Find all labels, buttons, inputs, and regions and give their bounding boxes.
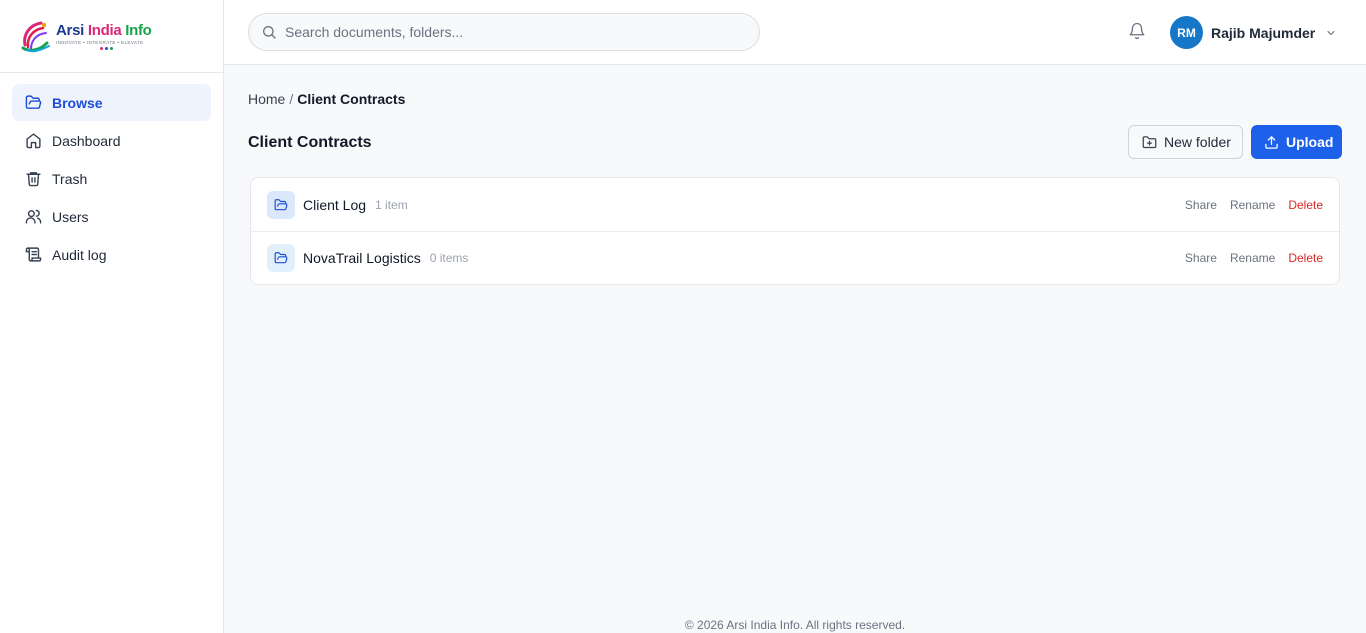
sidebar-item-dashboard[interactable]: Dashboard: [12, 122, 211, 159]
user-menu[interactable]: RM Rajib Majumder: [1170, 16, 1337, 49]
sidebar-item-label: Audit log: [52, 246, 107, 263]
folder-item-count: 0 items: [429, 251, 469, 265]
home-icon: [24, 132, 42, 150]
trash-icon: [24, 170, 42, 188]
sidebar-item-label: Browse: [52, 94, 103, 111]
search-bar[interactable]: [248, 13, 760, 51]
main-content: Home / Client Contracts Client Contracts…: [224, 65, 1366, 633]
bell-icon[interactable]: [1128, 22, 1146, 40]
folder-row[interactable]: NovaTrail Logistics 0 items Share Rename…: [251, 231, 1339, 284]
delete-button[interactable]: Delete: [1288, 198, 1323, 212]
delete-button[interactable]: Delete: [1288, 251, 1323, 265]
scroll-icon: [24, 246, 42, 264]
breadcrumb-home[interactable]: Home: [248, 91, 285, 107]
folder-name[interactable]: Client Log: [303, 197, 366, 213]
top-header: RM Rajib Majumder: [224, 0, 1366, 65]
brand-tagline: INNOVATE • INTEGRATE • ELEVATE: [56, 39, 144, 45]
rename-button[interactable]: Rename: [1230, 251, 1275, 265]
folder-list: Client Log 1 item Share Rename Delete No…: [250, 177, 1340, 285]
breadcrumb-current: Client Contracts: [297, 91, 406, 107]
rename-button[interactable]: Rename: [1230, 198, 1275, 212]
new-folder-label: New folder: [1164, 134, 1231, 150]
folder-row[interactable]: Client Log 1 item Share Rename Delete: [251, 178, 1339, 231]
brand-dots: [100, 46, 152, 50]
breadcrumb: Home / Client Contracts: [248, 91, 405, 107]
logo-mark-icon: [19, 19, 53, 53]
share-button[interactable]: Share: [1185, 198, 1217, 212]
breadcrumb-separator: /: [289, 91, 294, 107]
sidebar-item-label: Users: [52, 208, 89, 225]
folder-open-icon: [24, 94, 42, 112]
sidebar-item-label: Trash: [52, 170, 88, 187]
sidebar-item-browse[interactable]: Browse: [12, 84, 211, 121]
logo[interactable]: Arsi India Info INNOVATE • INTEGRATE • E…: [0, 0, 223, 73]
upload-icon: [1264, 135, 1279, 150]
sidebar-item-audit-log[interactable]: Audit log: [12, 236, 211, 273]
avatar: RM: [1170, 16, 1203, 49]
user-name: Rajib Majumder: [1211, 24, 1316, 41]
upload-button[interactable]: Upload: [1251, 125, 1342, 159]
sidebar-item-trash[interactable]: Trash: [12, 160, 211, 197]
brand-name: Arsi India Info: [56, 21, 152, 39]
search-icon: [261, 24, 277, 40]
folder-item-count: 1 item: [375, 197, 408, 212]
sidebar: Arsi India Info INNOVATE • INTEGRATE • E…: [0, 0, 224, 633]
search-input[interactable]: [285, 24, 725, 40]
share-button[interactable]: Share: [1185, 251, 1217, 265]
footer-copyright: © 2026 Arsi India Info. All rights reser…: [684, 618, 906, 632]
folder-icon: [267, 244, 295, 272]
sidebar-item-label: Dashboard: [52, 132, 121, 149]
folder-name[interactable]: NovaTrail Logistics: [303, 250, 421, 266]
sidebar-item-users[interactable]: Users: [12, 198, 211, 235]
chevron-down-icon: [1325, 27, 1337, 39]
row-actions: Share Rename Delete: [1185, 198, 1323, 212]
page-title: Client Contracts: [248, 134, 372, 151]
folder-plus-icon: [1142, 135, 1157, 150]
folder-icon: [267, 190, 295, 219]
sidebar-nav: Browse Dashboard Trash Users Audit log: [0, 73, 223, 285]
users-icon: [24, 208, 42, 226]
row-actions: Share Rename Delete: [1185, 251, 1323, 265]
upload-label: Upload: [1286, 134, 1334, 150]
new-folder-button[interactable]: New folder: [1128, 125, 1243, 159]
